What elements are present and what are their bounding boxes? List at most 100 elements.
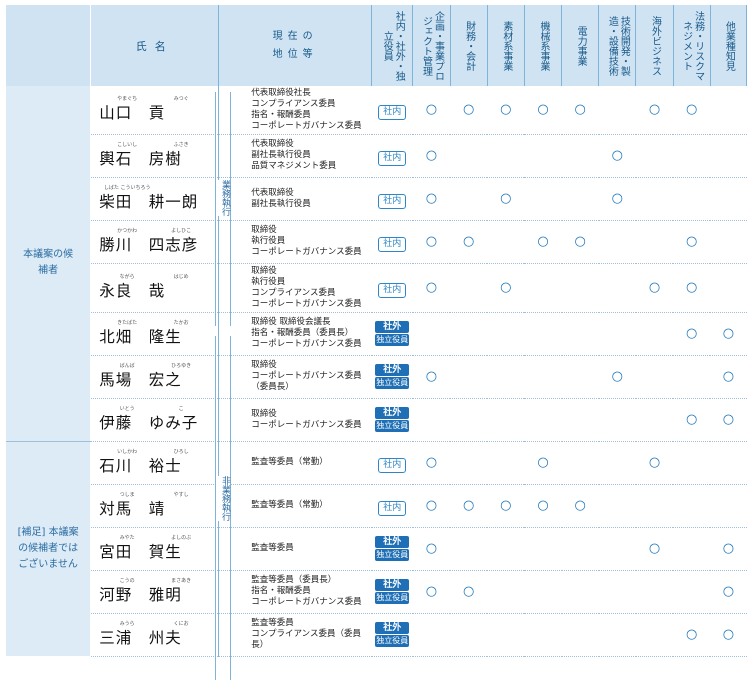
status-cell: 社内 [371, 177, 413, 221]
header-skill-label: 海外ビジネス [649, 15, 661, 76]
skill-mark: ○ [425, 148, 438, 163]
skill-mark-cell [561, 570, 599, 614]
skill-mark-cell [561, 134, 599, 178]
skill-mark-cell [598, 484, 636, 528]
position-line: 代表取締役 [251, 139, 294, 149]
position-cell: 取締役 執行役員 コーポレートガバナンス委員 [218, 220, 372, 264]
header-position-line1: 現在の [272, 30, 318, 42]
skill-mark: ○ [648, 541, 661, 556]
skill-mark-cell: ○ [412, 527, 451, 571]
position-line: コンプライアンス委員 [251, 287, 336, 298]
skill-mark-cell: ○ [487, 177, 525, 221]
skill-mark: ○ [686, 627, 698, 642]
status-cell: 社内 [371, 263, 413, 313]
skill-mark-cell [673, 355, 711, 399]
independent-badge: 独立役員 [375, 334, 410, 346]
skill-mark: ○ [425, 584, 438, 599]
name-ruby: こしいし ふさき [99, 142, 218, 149]
skill-mark: ○ [462, 498, 475, 513]
position-line: 執行役員 [251, 276, 286, 287]
independent-badge: 独立役員 [375, 377, 410, 389]
status-cell: 社外 独立役員 [371, 355, 413, 399]
name-ruby-family: やまぐち [117, 96, 138, 103]
skill-mark: ○ [686, 234, 698, 249]
skill-mark-cell [561, 177, 599, 221]
table-row: みやた よしのぶ 宮田 賀生 監査等委員 社外 独立役員 ○ ○ ○ [6, 527, 747, 571]
skill-mark-cell [524, 613, 562, 657]
skill-mark-cell [598, 263, 636, 313]
independent-badge: 独立役員 [375, 420, 410, 432]
position-line: 副社長執行役員 [251, 198, 311, 209]
table-row: みうら くにお 三浦 州夫 監査等委員 コンプライアンス委員（委員長） 社外 独立役員 ○ ○ [6, 613, 747, 657]
name-ruby-family: つしま [119, 492, 135, 498]
table-row: こしいし ふさき 輿石 房樹 代表取締役 副社長執行役員 品質マネジメント委員 社内 ○ ○ [6, 134, 747, 178]
skill-mark-cell [487, 441, 525, 485]
skill-mark-cell [487, 570, 525, 614]
skill-mark-cell [524, 263, 562, 313]
skill-mark: ○ [574, 102, 586, 118]
name-ruby: つしま やすし [99, 492, 218, 499]
skill-mark-cell: ○ [487, 484, 525, 528]
candidate-name: 勝川 四志彦 [99, 236, 199, 254]
candidate-name: 三浦 州夫 [99, 629, 182, 647]
external-badge: 社外 [375, 536, 410, 548]
skill-mark-cell: ○ [412, 570, 451, 614]
internal-badge: 社内 [378, 237, 407, 252]
position-line: 監査等委員（委員長） [251, 575, 337, 585]
skill-mark-cell: ○ [450, 86, 488, 135]
skill-mark-cell [598, 398, 636, 442]
skill-mark: ○ [686, 412, 698, 427]
header-skill-col: 他業種知見 [710, 5, 748, 86]
skill-mark-cell [673, 177, 711, 221]
status-cell: 社外 独立役員 [371, 527, 413, 571]
name-ruby-family: しばた こういちろう [103, 185, 151, 191]
skill-mark-cell: ○ [710, 312, 747, 356]
candidate-name: 永良 哉 [99, 282, 166, 300]
skill-mark: ○ [425, 369, 438, 384]
position-cell: 監査等委員（委員長） 指名・報酬委員 コーポレートガバナンス委員 [218, 570, 372, 614]
skill-mark-cell: ○ [412, 441, 451, 485]
position-cell: 監査等委員 コンプライアンス委員（委員長） [218, 613, 372, 657]
position-line: 取締役 [251, 408, 277, 419]
table-row: きたばた たかお 北畑 隆生 取締役 取締役会議長 指名・報酬委員（委員長） コーポレート… [6, 312, 747, 356]
skill-mark-cell: ○ [710, 398, 747, 442]
skill-mark: ○ [648, 102, 661, 118]
header-skill-col: 電力事業 [561, 5, 600, 86]
skill-mark-cell: ○ [450, 220, 488, 264]
position-cell: 代表取締役社長 コンプライアンス委員 指名・報酬委員 コーポレートガバナンス委員 [218, 86, 372, 135]
skill-mark-cell [598, 220, 636, 264]
header-skill-label: 機械系事業 [537, 20, 549, 71]
skill-mark-cell [561, 355, 599, 399]
skill-mark: ○ [462, 102, 475, 118]
skill-mark: ○ [537, 498, 549, 513]
candidate-name-cell: しばた こういちろう 柴田 耕一朗 [90, 177, 220, 221]
header-skill-label: 企画・事業プロジェクト管理 [420, 10, 444, 81]
skill-mark-cell: ○ [524, 220, 562, 264]
table-row: かつかわ よしひこ 勝川 四志彦 取締役 執行役員 コーポレートガバナンス委員 社内 ○ ○ ○ ○… [6, 220, 747, 264]
candidate-name-cell: ばんば ひろゆき 馬場 宏之 [90, 355, 220, 399]
skill-mark: ○ [686, 280, 698, 295]
skill-mark-cell: ○ [673, 398, 711, 442]
independent-badge: 独立役員 [375, 549, 410, 561]
status-cell: 社内 [371, 86, 413, 135]
skill-mark: ○ [722, 326, 735, 341]
skill-mark: ○ [500, 191, 512, 206]
skill-mark: ○ [722, 584, 735, 599]
skill-mark-cell [412, 312, 451, 356]
skill-mark-cell [412, 613, 451, 657]
name-ruby-family: みうら [119, 621, 135, 627]
category-main: 本議案の候補者 [6, 86, 92, 442]
table-row: こうの まさあき 河野 雅明 監査等委員（委員長） 指名・報酬委員 コーポレートガバナンス… [6, 570, 747, 614]
skill-mark-cell: ○ [710, 355, 747, 399]
external-badge: 社外 [375, 579, 410, 591]
position-line: コーポレートガバナンス委員（委員長） [251, 371, 362, 392]
name-ruby-family: こしいし [117, 142, 138, 148]
non-executive-group-bracket: 非業務執行 [215, 336, 231, 680]
position-cell: 監査等委員（常勤） [218, 441, 372, 485]
skill-mark: ○ [462, 584, 475, 599]
skill-mark-cell [635, 570, 674, 614]
independent-badge: 独立役員 [375, 592, 410, 604]
name-ruby-family: きたばた [117, 320, 138, 326]
skill-mark: ○ [722, 627, 735, 642]
position-line: コーポレートガバナンス委員 [251, 419, 362, 430]
